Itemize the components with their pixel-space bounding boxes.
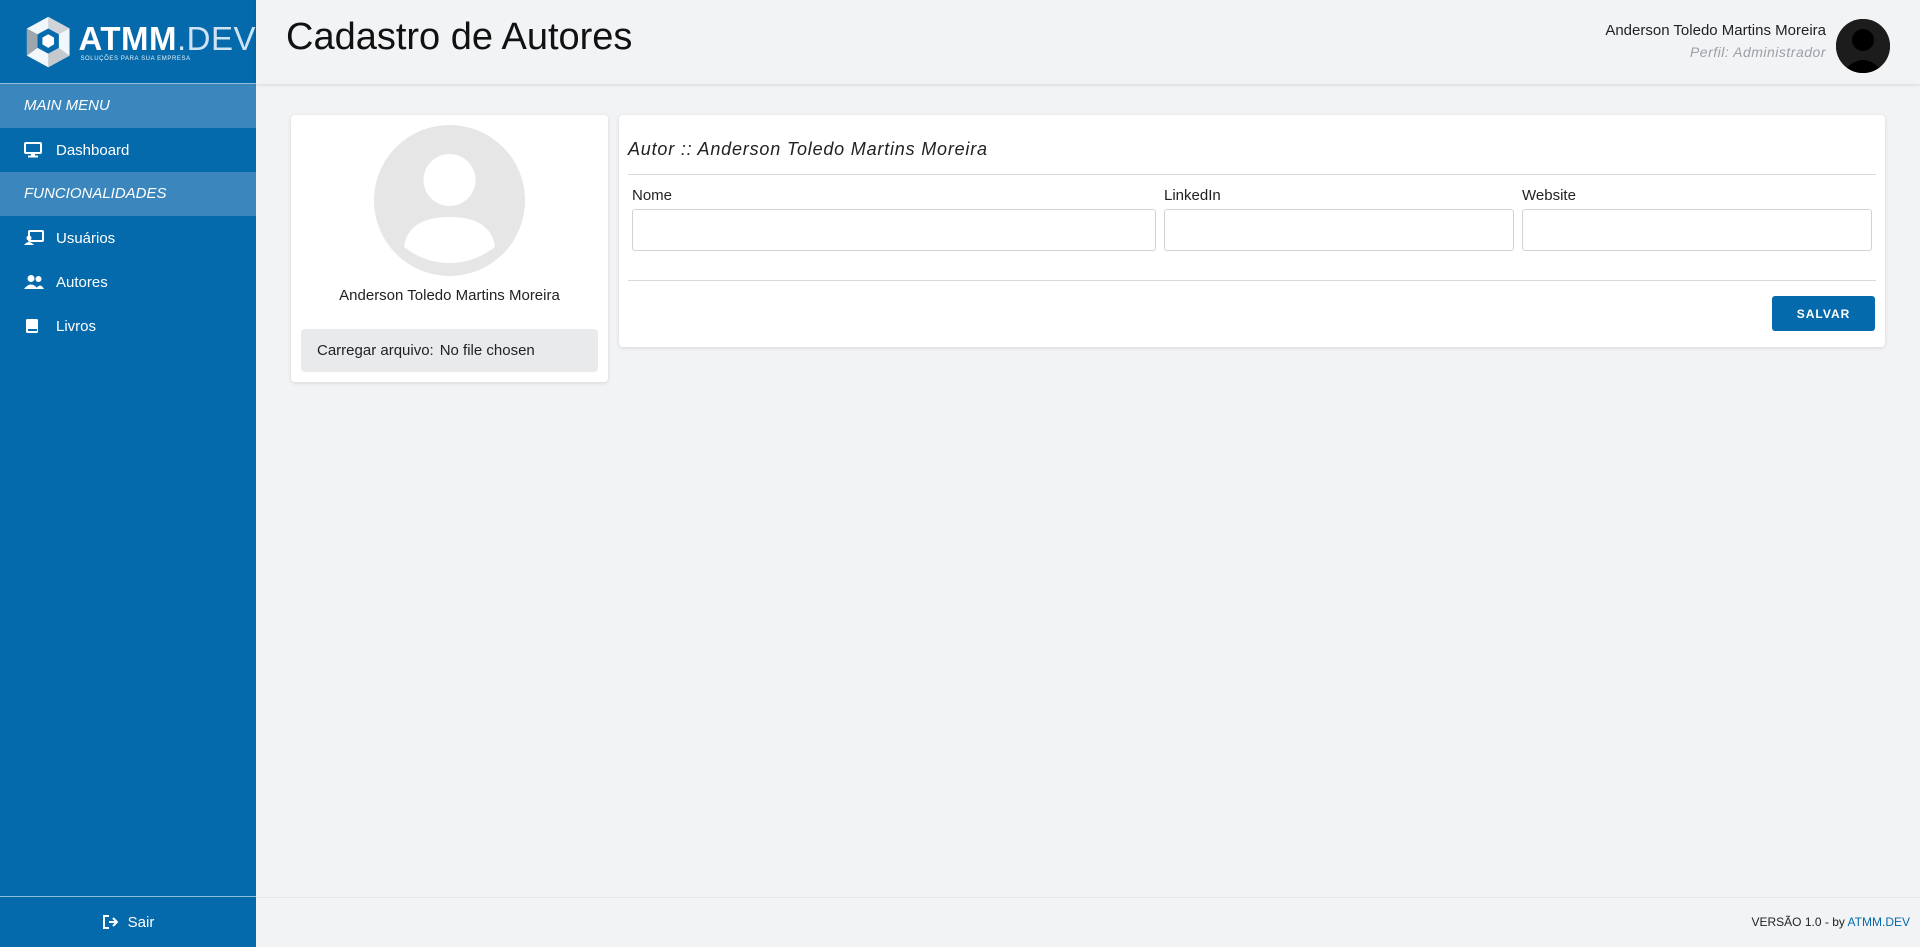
logo-hexagon-icon bbox=[26, 16, 70, 67]
user-silhouette-icon bbox=[1836, 19, 1890, 73]
profile-photo bbox=[374, 125, 525, 276]
user-info: Anderson Toledo Martins Moreira Perfil: … bbox=[1605, 22, 1826, 60]
brand-logo[interactable]: ATMM.DEV SOLUÇÕES PARA SUA EMPRESA bbox=[0, 0, 256, 84]
logout-label: Sair bbox=[127, 913, 155, 931]
user-role: Perfil: Administrador bbox=[1689, 44, 1826, 60]
top-bar: Cadastro de Autores Anderson Toledo Mart… bbox=[256, 0, 1920, 84]
sidebar-item-autores[interactable]: Autores bbox=[0, 260, 256, 304]
file-upload-input[interactable]: Carregar arquivo: No file chosen bbox=[301, 329, 598, 372]
sidebar-item-label: Usuários bbox=[56, 229, 116, 247]
brand-text: ATMM.DEV SOLUÇÕES PARA SUA EMPRESA bbox=[78, 19, 256, 62]
sidebar: ATMM.DEV SOLUÇÕES PARA SUA EMPRESA MAIN … bbox=[0, 0, 256, 947]
menu-section-features: FUNCIONALIDADES bbox=[0, 172, 256, 216]
footer-link[interactable]: ATMM.DEV bbox=[1848, 915, 1910, 929]
save-button[interactable]: SALVAR bbox=[1772, 296, 1875, 331]
sidebar-item-usuarios[interactable]: Usuários bbox=[0, 216, 256, 260]
nome-input[interactable] bbox=[632, 209, 1156, 251]
users-screen-icon bbox=[24, 230, 44, 246]
website-input[interactable] bbox=[1522, 209, 1872, 251]
avatar[interactable] bbox=[1836, 19, 1890, 73]
sidebar-item-label: Livros bbox=[56, 317, 97, 335]
linkedin-label: LinkedIn bbox=[1164, 187, 1221, 204]
page-title: Cadastro de Autores bbox=[286, 16, 633, 58]
page-footer: VERSÃO 1.0 - by ATMM.DEV bbox=[256, 897, 1920, 947]
profile-name: Anderson Toledo Martins Moreira bbox=[339, 287, 560, 304]
brand-name-light: .DEV bbox=[176, 19, 256, 57]
divider bbox=[628, 174, 1876, 175]
monitor-icon bbox=[24, 142, 44, 158]
user-placeholder-icon bbox=[374, 125, 525, 276]
form-title: Autor :: Anderson Toledo Martins Moreira bbox=[628, 139, 988, 159]
user-name: Anderson Toledo Martins Moreira bbox=[1605, 22, 1826, 39]
divider bbox=[628, 280, 1876, 281]
sign-out-icon bbox=[102, 914, 120, 930]
website-label: Website bbox=[1522, 187, 1576, 204]
profile-card: Anderson Toledo Martins Moreira Carregar… bbox=[291, 115, 608, 382]
version-text: VERSÃO 1.0 - by bbox=[1751, 915, 1845, 929]
file-upload-status: No file chosen bbox=[439, 342, 535, 359]
sidebar-item-label: Dashboard bbox=[56, 141, 130, 159]
linkedin-input[interactable] bbox=[1164, 209, 1514, 251]
logout-button[interactable]: Sair bbox=[0, 896, 256, 947]
book-icon bbox=[24, 318, 44, 334]
sidebar-item-label: Autores bbox=[56, 273, 108, 291]
author-form-card: Autor :: Anderson Toledo Martins Moreira… bbox=[619, 115, 1885, 347]
nome-label: Nome bbox=[632, 187, 673, 204]
sidebar-item-livros[interactable]: Livros bbox=[0, 304, 256, 348]
sidebar-item-dashboard[interactable]: Dashboard bbox=[0, 128, 256, 172]
file-upload-label: Carregar arquivo: bbox=[317, 342, 434, 359]
brand-tagline: SOLUÇÕES PARA SUA EMPRESA bbox=[80, 55, 191, 62]
user-group-icon bbox=[24, 274, 44, 290]
brand-name-bold: ATMM bbox=[78, 19, 177, 57]
menu-section-main: MAIN MENU bbox=[0, 84, 256, 128]
